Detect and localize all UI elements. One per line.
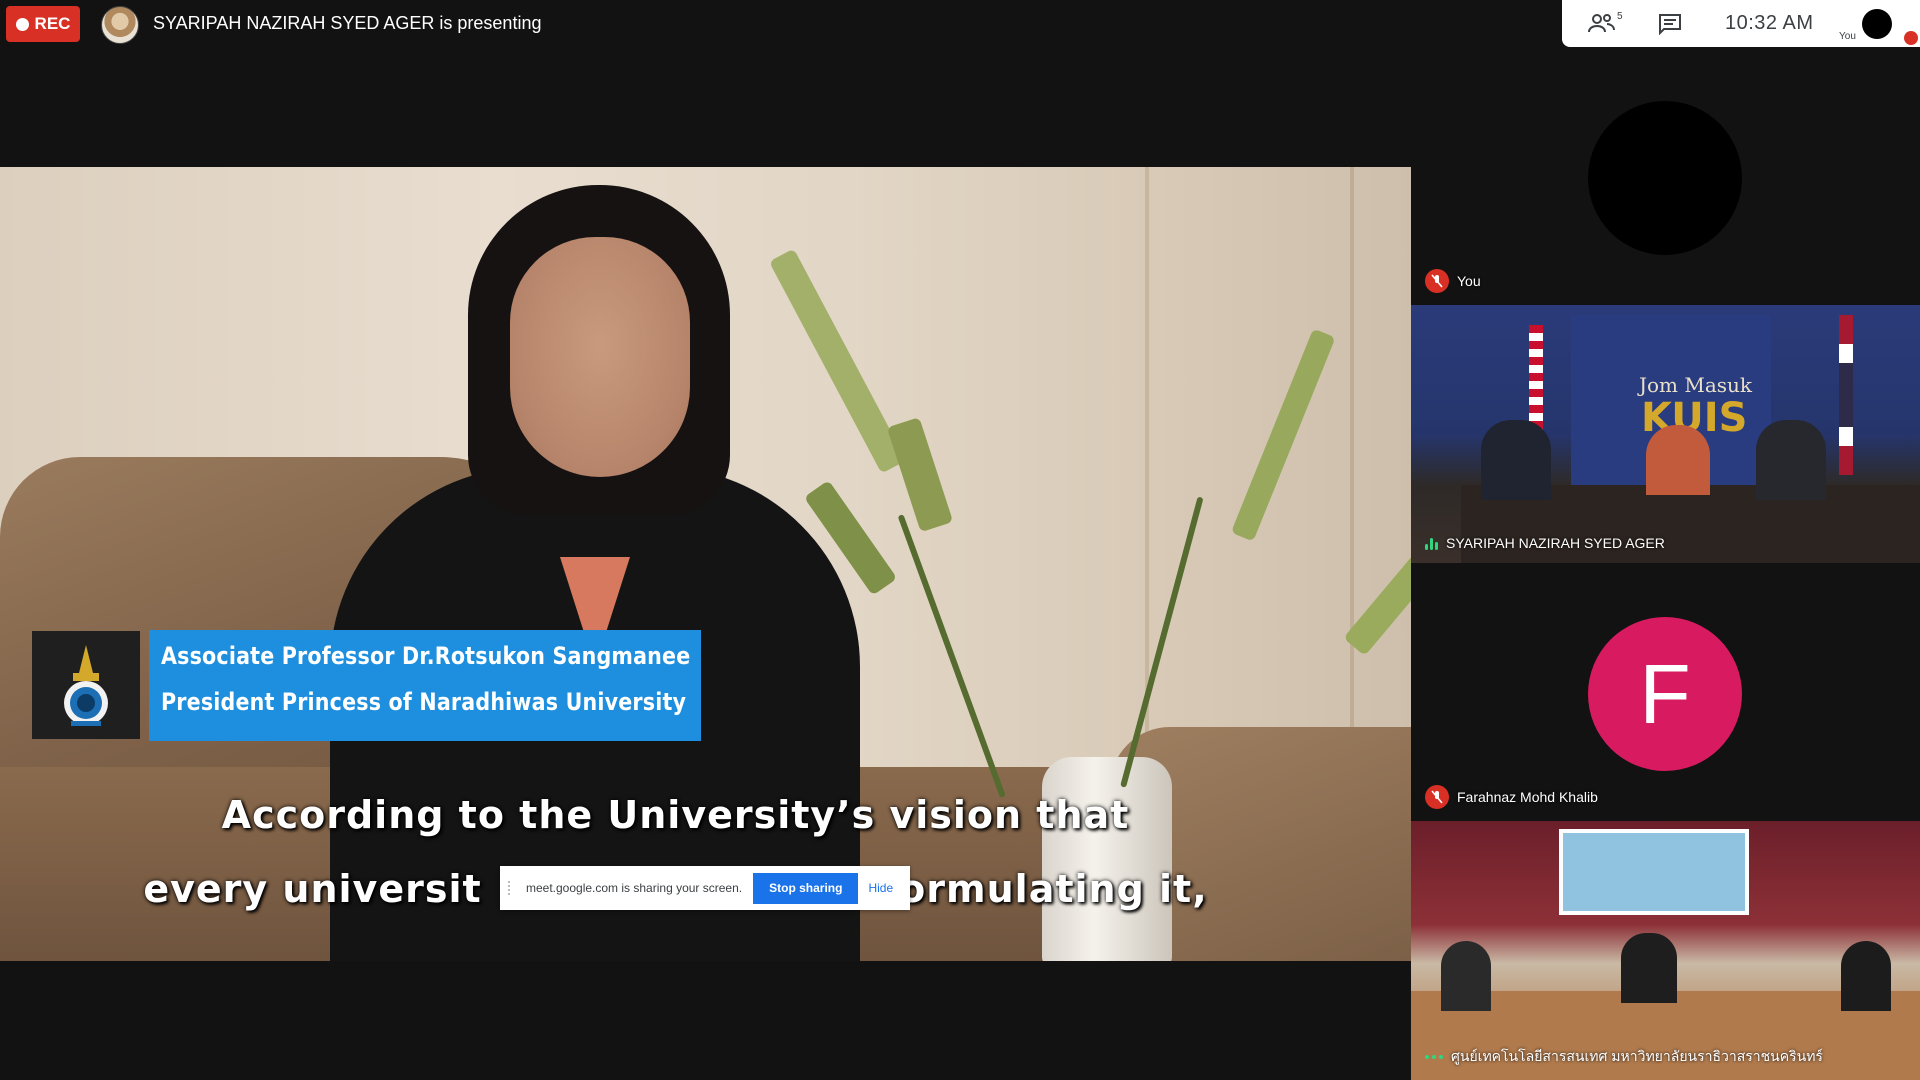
audio-activity-icon [1425,1055,1443,1059]
participant-label: Farahnaz Mohd Khalib [1425,785,1598,809]
presenter-avatar [101,6,139,44]
people-icon[interactable] [1588,12,1616,34]
participant-label: You [1425,269,1481,293]
plant-stalk [886,417,954,533]
record-dot-icon [15,17,29,31]
person-center [1646,425,1710,495]
ceremony-screen [1559,829,1749,915]
participant-tile-farahnaz[interactable]: F Farahnaz Mohd Khalib [1411,563,1920,821]
recording-badge: REC [6,6,80,42]
participant-name: SYARIPAH NAZIRAH SYED AGER [1446,535,1665,551]
speaking-indicator-icon [1425,536,1438,550]
participant-tile-thai-university[interactable]: ศูนย์เทคโนโลยีสารสนเทศ มหาวิทยาลัยนราธิว… [1411,821,1920,1080]
shared-screen-video: Associate Professor Dr.Rotsukon Sangmane… [0,167,1411,961]
meeting-clock: 10:32 AM [1725,12,1814,34]
subtitle-left-fragment: every universit [143,867,482,911]
screen-share-notification: meet.google.com is sharing your screen. … [500,866,910,910]
caption-speaker-title: President Princess of Naradhiwas Univers… [161,688,687,716]
participant-tile-you[interactable]: You [1411,47,1920,305]
mic-muted-icon [1425,269,1449,293]
participant-avatar [1588,101,1742,255]
person-left [1481,420,1551,500]
stop-sharing-button[interactable]: Stop sharing [753,872,859,904]
participant-name: Farahnaz Mohd Khalib [1457,789,1598,805]
university-logo [32,631,140,739]
mic-muted-icon [1425,785,1449,809]
self-preview-label: You [1839,31,1856,42]
subtitle-right-fragment: formulating it, [881,867,1208,911]
participant-name: You [1457,273,1481,289]
person-right [1756,420,1826,500]
plant-stalk [897,514,1006,799]
plant-stalk [768,248,907,474]
participant-label: ศูนย์เทคโนโลยีสารสนเทศ มหาวิทยาลัยนราธิว… [1425,1046,1823,1068]
flag-right [1839,315,1853,475]
plant-stalk [1230,328,1336,542]
chat-icon[interactable] [1658,13,1682,35]
person-right [1841,941,1891,1011]
participant-name: ศูนย์เทคโนโลยีสารสนเทศ มหาวิทยาลัยนราธิว… [1451,1048,1823,1064]
university-emblem-icon [64,645,108,726]
flower-vase [1042,757,1172,961]
video-subtitle-line-1: According to the University’s vision tha… [221,793,1130,837]
participant-count: 5 [1617,11,1623,22]
scene-banner-text: Jom Masuk [1639,373,1753,397]
self-muted-icon [1904,31,1918,45]
recording-label: REC [34,14,71,33]
self-preview-avatar[interactable] [1862,9,1892,39]
speaker-name-caption: Associate Professor Dr.Rotsukon Sangmane… [149,630,701,741]
participant-label: SYARIPAH NAZIRAH SYED AGER [1425,535,1665,551]
share-message: meet.google.com is sharing your screen. [526,881,743,895]
participant-avatar: F [1588,617,1742,771]
meeting-status-panel: 5 10:32 AM You [1562,0,1920,47]
participant-tile-syaripah[interactable]: Jom Masuk KUIS SYARIPAH NAZIRAH SYED AGE… [1411,305,1920,563]
presenting-status-text: SYARIPAH NAZIRAH SYED AGER is presenting [153,13,542,33]
person-left [1441,941,1491,1011]
person-center [1621,933,1677,1003]
hide-button[interactable]: Hide [868,881,893,895]
caption-speaker-name: Associate Professor Dr.Rotsukon Sangmane… [161,642,691,670]
speaker-face [510,237,690,477]
drag-handle-icon[interactable] [508,881,520,895]
